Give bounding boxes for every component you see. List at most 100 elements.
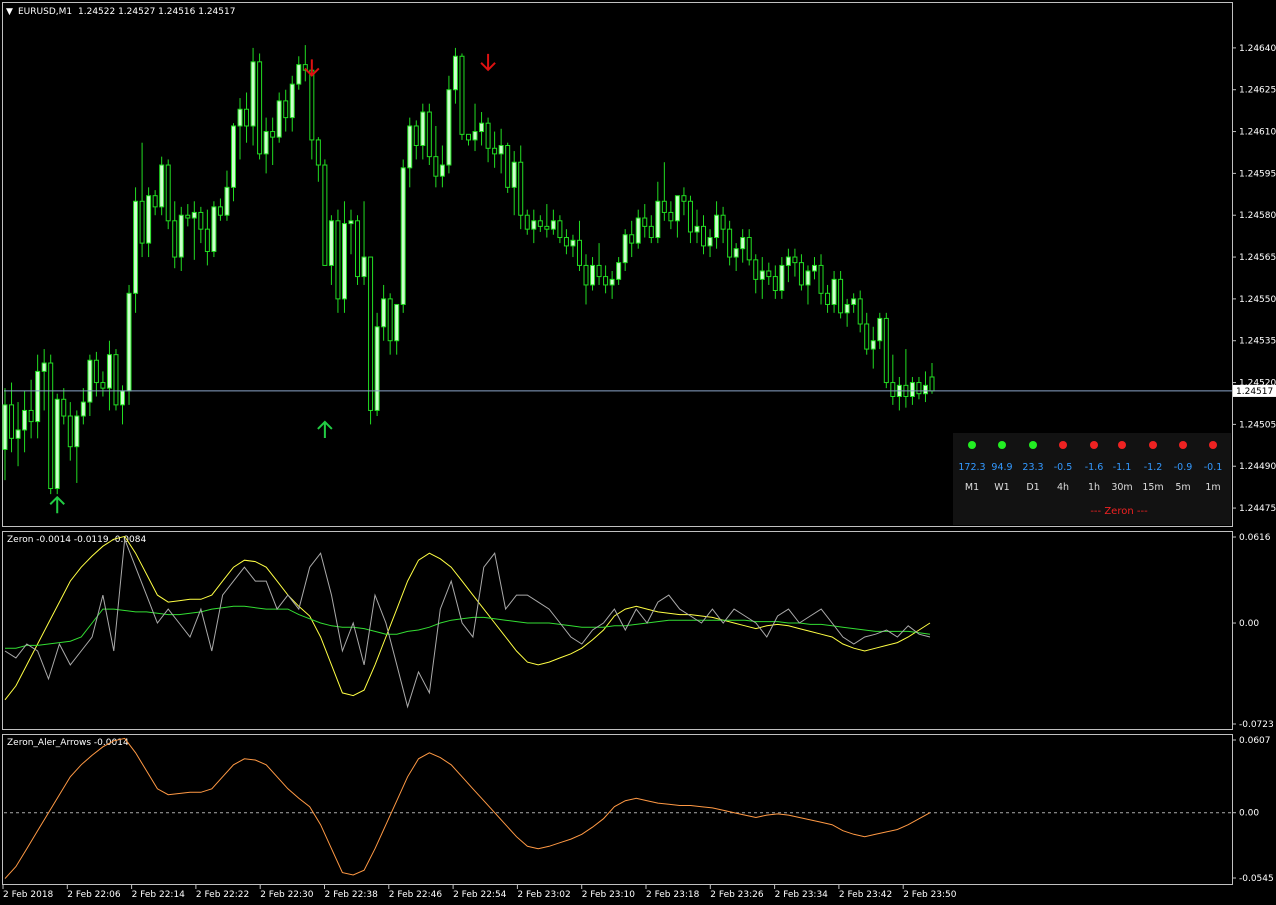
candle-body [93, 359, 99, 384]
trend-dot-icon [1118, 441, 1126, 449]
indicator-tick-label: 0.0607 [1239, 736, 1271, 746]
candle-body [616, 262, 622, 280]
candle-body [668, 211, 674, 222]
candle-body [374, 326, 380, 411]
candle-body [211, 206, 217, 252]
trend-dot-icon [998, 441, 1006, 449]
candle-body [759, 270, 765, 280]
time-tick-label: 2 Feb 22:30 [260, 890, 314, 900]
timeframe-label: D1 [1026, 482, 1039, 493]
current-price-value: 1.24517 [1236, 387, 1273, 397]
strength-value: 23.3 [1022, 462, 1043, 473]
ohlc-label: 1.24522 1.24527 1.24516 1.24517 [78, 7, 235, 17]
candle-body [811, 264, 817, 272]
candle-body [22, 409, 28, 431]
candle-body [563, 237, 569, 247]
price-tick-label: 1.24580 [1239, 211, 1276, 221]
candle-body [139, 200, 145, 244]
candle-body [922, 384, 928, 395]
candle-body [524, 214, 530, 230]
indicator-tick-label: -0.0723 [1239, 720, 1274, 730]
price-tick-label: 1.24550 [1239, 295, 1276, 305]
candle-body [270, 131, 276, 138]
candle-body [420, 111, 426, 146]
candle-body [61, 398, 67, 417]
timeframe-label: 30m [1111, 482, 1132, 493]
trend-dot-icon [1149, 441, 1157, 449]
candle-body [348, 220, 354, 225]
candle-body [54, 398, 60, 490]
candle-body [864, 323, 870, 350]
candle-body [146, 195, 152, 244]
timeframe-label: 1m [1205, 482, 1220, 493]
candle-body [452, 55, 458, 91]
trend-dot-icon [1029, 441, 1037, 449]
time-tick-label: 2 Feb 23:10 [582, 890, 636, 900]
candle-body [531, 220, 537, 230]
candle-body [106, 354, 112, 389]
candle-body [479, 122, 485, 133]
price-tick-label: 1.24625 [1239, 86, 1276, 96]
candle-body [772, 276, 778, 292]
candle-body [283, 100, 289, 119]
candle-body [687, 200, 693, 233]
timeframe-label: 1h [1088, 482, 1100, 493]
candle-body [322, 164, 328, 266]
candle-body [909, 382, 915, 397]
candle-body [15, 429, 21, 439]
candle-body [28, 409, 34, 423]
time-tick-label: 2 Feb 22:06 [67, 890, 121, 900]
candle-body [505, 145, 511, 188]
candle-body [492, 147, 498, 155]
candle-body [701, 225, 707, 247]
candle-body [296, 64, 302, 85]
chart-menu-icon[interactable]: ▼ [6, 7, 13, 17]
zeron-brand: --- Zeron --- [1090, 506, 1148, 517]
candle-body [120, 390, 126, 406]
candle-body [263, 131, 269, 155]
candle-body [2, 404, 8, 450]
candle-body [603, 276, 609, 286]
candle-body [172, 220, 178, 258]
indicator-tick-label: 0.0616 [1239, 533, 1271, 543]
candle-body [766, 270, 772, 278]
candle-body [674, 195, 680, 222]
time-tick-label: 2 Feb 22:14 [132, 890, 186, 900]
candle-body [622, 234, 628, 264]
candle-body [191, 211, 197, 219]
candle-body [276, 100, 282, 138]
indicator-tick-label: -0.0545 [1239, 874, 1274, 884]
candle-body [798, 262, 804, 286]
candle-body [714, 214, 720, 239]
price-tick-label: 1.24595 [1239, 169, 1276, 179]
candle-body [244, 108, 250, 127]
candle-body [818, 264, 824, 294]
candle-body [361, 256, 367, 278]
candle-body [413, 125, 419, 146]
candle-body [87, 359, 93, 403]
candle-body [916, 382, 922, 395]
time-tick-label: 2 Feb 23:26 [710, 890, 764, 900]
time-tick-label: 2 Feb 22:38 [325, 890, 379, 900]
symbol-label: EURUSD,M1 [18, 7, 72, 17]
candle-body [48, 362, 54, 490]
candle-body [544, 225, 550, 230]
strength-value: -1.1 [1113, 462, 1132, 473]
candle-body [648, 225, 654, 239]
price-tick-label: 1.24490 [1239, 462, 1276, 472]
candle-body [394, 303, 400, 342]
candle-body [583, 264, 589, 286]
candle-body [185, 214, 191, 219]
candle-body [838, 278, 844, 314]
candle-body [537, 220, 543, 227]
strength-value: -0.5 [1054, 462, 1073, 473]
candle-body [720, 214, 726, 230]
candle-body [740, 237, 746, 250]
candle-body [661, 200, 667, 213]
candle-body [35, 370, 41, 423]
candle-body [870, 340, 876, 350]
candle-body [159, 164, 165, 208]
indicator-tick-label: 0.00 [1239, 809, 1259, 819]
candle-body [289, 83, 295, 119]
time-tick-label: 2 Feb 23:02 [517, 890, 570, 900]
